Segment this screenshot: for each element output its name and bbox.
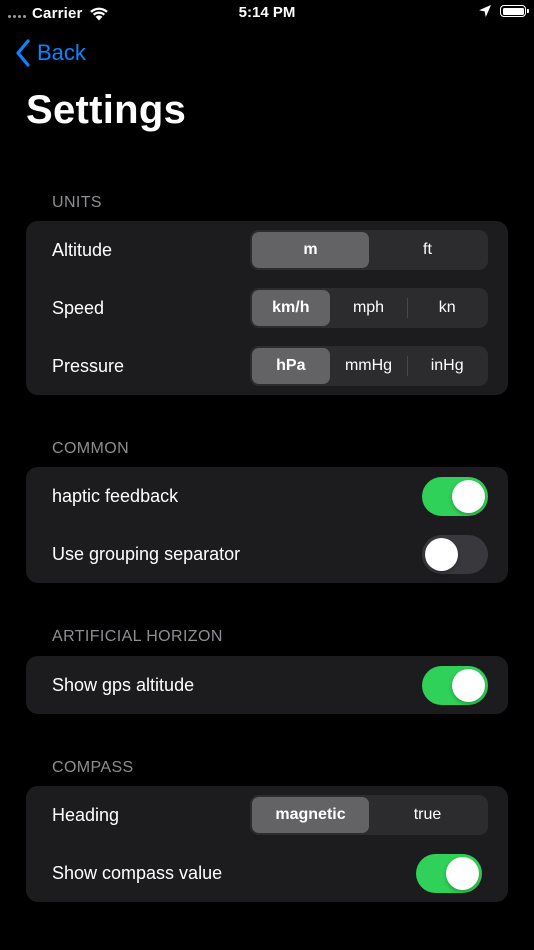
status-right bbox=[478, 4, 529, 18]
horizon-group: Show gps altitude bbox=[26, 656, 508, 714]
grouping-label: Use grouping separator bbox=[52, 544, 241, 564]
speed-row: Speed km/h mph kn bbox=[26, 279, 508, 337]
chevron-left-icon bbox=[16, 39, 30, 67]
altitude-label: Altitude bbox=[52, 240, 113, 260]
speed-option-kn[interactable]: kn bbox=[408, 290, 486, 326]
altitude-option-m[interactable]: m bbox=[252, 232, 369, 268]
haptic-label: haptic feedback bbox=[52, 486, 179, 506]
toggle-knob bbox=[446, 857, 479, 890]
gps-altitude-toggle[interactable] bbox=[422, 666, 488, 705]
battery-icon bbox=[500, 5, 529, 17]
pressure-option-mmhg[interactable]: mmHg bbox=[330, 348, 408, 384]
heading-option-magnetic[interactable]: magnetic bbox=[252, 797, 369, 833]
speed-option-kmh[interactable]: km/h bbox=[252, 290, 330, 326]
heading-segmented-control: magnetic true bbox=[250, 795, 488, 835]
compass-value-row: Show compass value bbox=[26, 844, 508, 902]
pressure-label: Pressure bbox=[52, 356, 125, 376]
altitude-row: Altitude m ft bbox=[26, 221, 508, 279]
speed-label: Speed bbox=[52, 298, 105, 318]
common-group: haptic feedback Use grouping separator bbox=[26, 467, 508, 583]
toggle-knob bbox=[452, 480, 485, 513]
pressure-option-inhg[interactable]: inHg bbox=[408, 348, 486, 384]
location-arrow-icon bbox=[479, 5, 491, 17]
compass-value-toggle[interactable] bbox=[416, 854, 482, 893]
back-label: Back bbox=[37, 40, 86, 65]
altitude-option-ft[interactable]: ft bbox=[369, 232, 486, 268]
toggle-knob bbox=[452, 669, 485, 702]
heading-label: Heading bbox=[52, 805, 120, 825]
units-group: Altitude m ft Speed km/h mph kn Pressure… bbox=[26, 221, 508, 395]
section-header-horizon: ARTIFICIAL HORIZON bbox=[52, 628, 223, 645]
gps-altitude-label: Show gps altitude bbox=[52, 675, 195, 695]
haptic-toggle[interactable] bbox=[422, 477, 488, 516]
grouping-toggle[interactable] bbox=[422, 535, 488, 574]
compass-group: Heading magnetic true Show compass value bbox=[26, 786, 508, 902]
altitude-segmented-control: m ft bbox=[250, 230, 488, 270]
section-header-compass: COMPASS bbox=[52, 759, 134, 776]
haptic-row: haptic feedback bbox=[26, 467, 508, 525]
back-button[interactable]: Back bbox=[15, 39, 86, 67]
section-header-units: UNITS bbox=[52, 194, 102, 211]
compass-value-label: Show compass value bbox=[52, 863, 223, 883]
heading-option-true[interactable]: true bbox=[369, 797, 486, 833]
grouping-row: Use grouping separator bbox=[26, 525, 508, 583]
pressure-row: Pressure hPa mmHg inHg bbox=[26, 337, 508, 395]
page-title: Settings bbox=[26, 88, 187, 132]
toggle-knob bbox=[425, 538, 458, 571]
status-bar: Carrier 5:14 PM bbox=[0, 0, 534, 28]
speed-option-mph[interactable]: mph bbox=[330, 290, 408, 326]
heading-row: Heading magnetic true bbox=[26, 786, 508, 844]
pressure-segmented-control: hPa mmHg inHg bbox=[250, 346, 488, 386]
pressure-option-hpa[interactable]: hPa bbox=[252, 348, 330, 384]
section-header-common: COMMON bbox=[52, 440, 130, 457]
status-time: 5:14 PM bbox=[238, 4, 296, 21]
speed-segmented-control: km/h mph kn bbox=[250, 288, 488, 328]
gps-altitude-row: Show gps altitude bbox=[26, 656, 508, 714]
